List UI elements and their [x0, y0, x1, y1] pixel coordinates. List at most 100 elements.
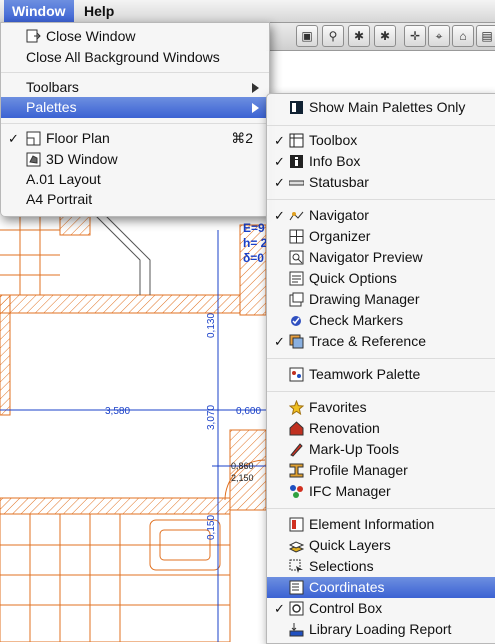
- toolbar-button[interactable]: ⚲: [322, 25, 344, 47]
- info-label: δ=0: [243, 251, 264, 265]
- menu-item-statusbar[interactable]: ✓ Statusbar: [267, 172, 495, 193]
- dimension-label: 0,150: [206, 515, 217, 540]
- 3d-window-icon: [26, 152, 41, 167]
- statusbar-icon: [289, 180, 304, 186]
- home-icon[interactable]: ⌂: [452, 25, 474, 47]
- menu-item-label: Element Information: [309, 516, 435, 532]
- floor-plan-icon: [26, 131, 41, 146]
- info-label: E=9: [243, 221, 265, 235]
- menu-item-drawing-manager[interactable]: Drawing Manager: [267, 289, 495, 310]
- menu-item-library-loading-report[interactable]: Library Loading Report: [267, 619, 495, 640]
- quick-layers-icon: [289, 541, 304, 553]
- selections-icon: [289, 559, 303, 573]
- menu-item-quick-options[interactable]: Quick Options: [267, 268, 495, 289]
- palettes-submenu: Show Main Palettes Only ✓ Toolbox ✓ Info…: [266, 93, 495, 644]
- menu-item-label: A.01 Layout: [26, 171, 101, 187]
- menu-item-label: Teamwork Palette: [309, 366, 421, 382]
- menu-item-label: Toolbars: [26, 79, 79, 95]
- organizer-icon: [289, 229, 304, 244]
- menu-item-navigator-preview[interactable]: Navigator Preview: [267, 247, 495, 268]
- window-menu: Close Window Close All Background Window…: [0, 22, 270, 217]
- menu-item-selections[interactable]: Selections: [267, 556, 495, 577]
- dimension-label: 0,600: [236, 406, 261, 417]
- menu-item-label: 3D Window: [46, 151, 118, 167]
- menu-item-label: Quick Layers: [309, 537, 391, 553]
- toolbar-button[interactable]: ✛: [404, 25, 426, 47]
- menu-item-markup-tools[interactable]: Mark-Up Tools: [267, 439, 495, 460]
- menu-item-a4-portrait[interactable]: A4 Portrait: [1, 189, 269, 210]
- menu-item-coordinates[interactable]: Coordinates: [267, 577, 495, 598]
- toolbar: ▣ ⚲ ✱ ✱ ✛ ⌖ ⌂ ▤: [266, 22, 495, 51]
- menu-item-a01-layout[interactable]: A.01 Layout: [1, 169, 269, 190]
- checkmark-icon: ✓: [8, 131, 19, 146]
- toolbar-button[interactable]: ⌖: [428, 25, 450, 47]
- menu-item-label: Close Window: [46, 28, 136, 44]
- separator: [267, 391, 495, 392]
- navigator-icon: [289, 211, 304, 221]
- menu-item-organizer[interactable]: Organizer: [267, 226, 495, 247]
- menu-item-toolbox[interactable]: ✓ Toolbox: [267, 130, 495, 151]
- menu-item-palettes[interactable]: Palettes: [1, 97, 269, 118]
- separator: [267, 508, 495, 509]
- menu-help[interactable]: Help: [76, 0, 122, 22]
- navigator-preview-icon: [289, 250, 304, 265]
- menu-item-label: Palettes: [26, 99, 77, 115]
- menu-item-navigator[interactable]: ✓ Navigator: [267, 205, 495, 226]
- menu-item-favorites[interactable]: Favorites: [267, 397, 495, 418]
- menu-item-label: Favorites: [309, 399, 367, 415]
- submenu-arrow-icon: [252, 83, 259, 93]
- drawing-manager-icon: [289, 292, 304, 307]
- menu-item-3d-window[interactable]: 3D Window: [1, 149, 269, 170]
- menu-item-teamwork-palette[interactable]: Teamwork Palette: [267, 364, 495, 385]
- menu-item-ifc-manager[interactable]: IFC Manager: [267, 481, 495, 502]
- menu-item-label: Mark-Up Tools: [309, 441, 399, 457]
- menu-item-info-box[interactable]: ✓ Info Box: [267, 151, 495, 172]
- markup-tools-icon: [290, 443, 303, 457]
- separator: [267, 199, 495, 200]
- renovation-icon: [289, 421, 304, 436]
- menu-item-label: Navigator: [309, 207, 369, 223]
- coordinates-icon: [289, 580, 304, 595]
- menu-item-trace-reference[interactable]: ✓ Trace & Reference: [267, 331, 495, 352]
- dimension-label: 3,580: [105, 406, 130, 417]
- menu-window[interactable]: Window: [4, 0, 74, 22]
- toolbar-button[interactable]: ▤: [476, 25, 495, 47]
- palettes-icon: [290, 101, 303, 114]
- menu-item-close-all[interactable]: Close All Background Windows: [1, 47, 269, 68]
- menu-item-control-box[interactable]: ✓ Control Box: [267, 598, 495, 619]
- toolbar-button[interactable]: ✱: [374, 25, 396, 47]
- menubar: Window Help: [0, 0, 495, 23]
- checkmark-icon: ✓: [274, 133, 285, 148]
- menu-item-close-window[interactable]: Close Window: [1, 26, 269, 47]
- wall: [59, 214, 91, 236]
- menu-item-profile-manager[interactable]: Profile Manager: [267, 460, 495, 481]
- info-label: h= 2: [243, 236, 268, 250]
- menu-item-floor-plan[interactable]: ✓ Floor Plan ⌘2: [1, 128, 269, 149]
- star-icon: [289, 400, 304, 415]
- profile-manager-icon: [289, 463, 304, 478]
- menu-item-renovation[interactable]: Renovation: [267, 418, 495, 439]
- menu-item-toolbars[interactable]: Toolbars: [1, 77, 269, 98]
- menu-item-quick-layers[interactable]: Quick Layers: [267, 535, 495, 556]
- menu-item-label: Show Main Palettes Only: [309, 99, 466, 115]
- menu-item-show-main-palettes[interactable]: Show Main Palettes Only: [267, 97, 495, 118]
- menu-item-label: Renovation: [309, 420, 380, 436]
- toolbar-button[interactable]: ▣: [296, 25, 318, 47]
- dimension-label: 0,130: [206, 313, 217, 338]
- dimension-label: 2,150: [231, 473, 254, 483]
- teamwork-icon: [289, 367, 304, 382]
- menu-item-label: Navigator Preview: [309, 249, 423, 265]
- dimension-label: 0,860: [231, 461, 254, 471]
- checkmark-icon: ✓: [274, 208, 285, 223]
- control-box-icon: [289, 601, 304, 616]
- toolbar-button[interactable]: ✱: [348, 25, 370, 47]
- menu-item-check-markers[interactable]: Check Markers: [267, 310, 495, 331]
- menu-item-label: IFC Manager: [309, 483, 391, 499]
- wall: [0, 294, 241, 314]
- menu-item-label: Control Box: [309, 600, 383, 616]
- submenu-arrow-icon: [252, 103, 259, 113]
- menu-item-element-information[interactable]: Element Information: [267, 514, 495, 535]
- trace-reference-icon: [289, 334, 304, 349]
- separator: [267, 358, 495, 359]
- menu-item-label: Coordinates: [309, 579, 385, 595]
